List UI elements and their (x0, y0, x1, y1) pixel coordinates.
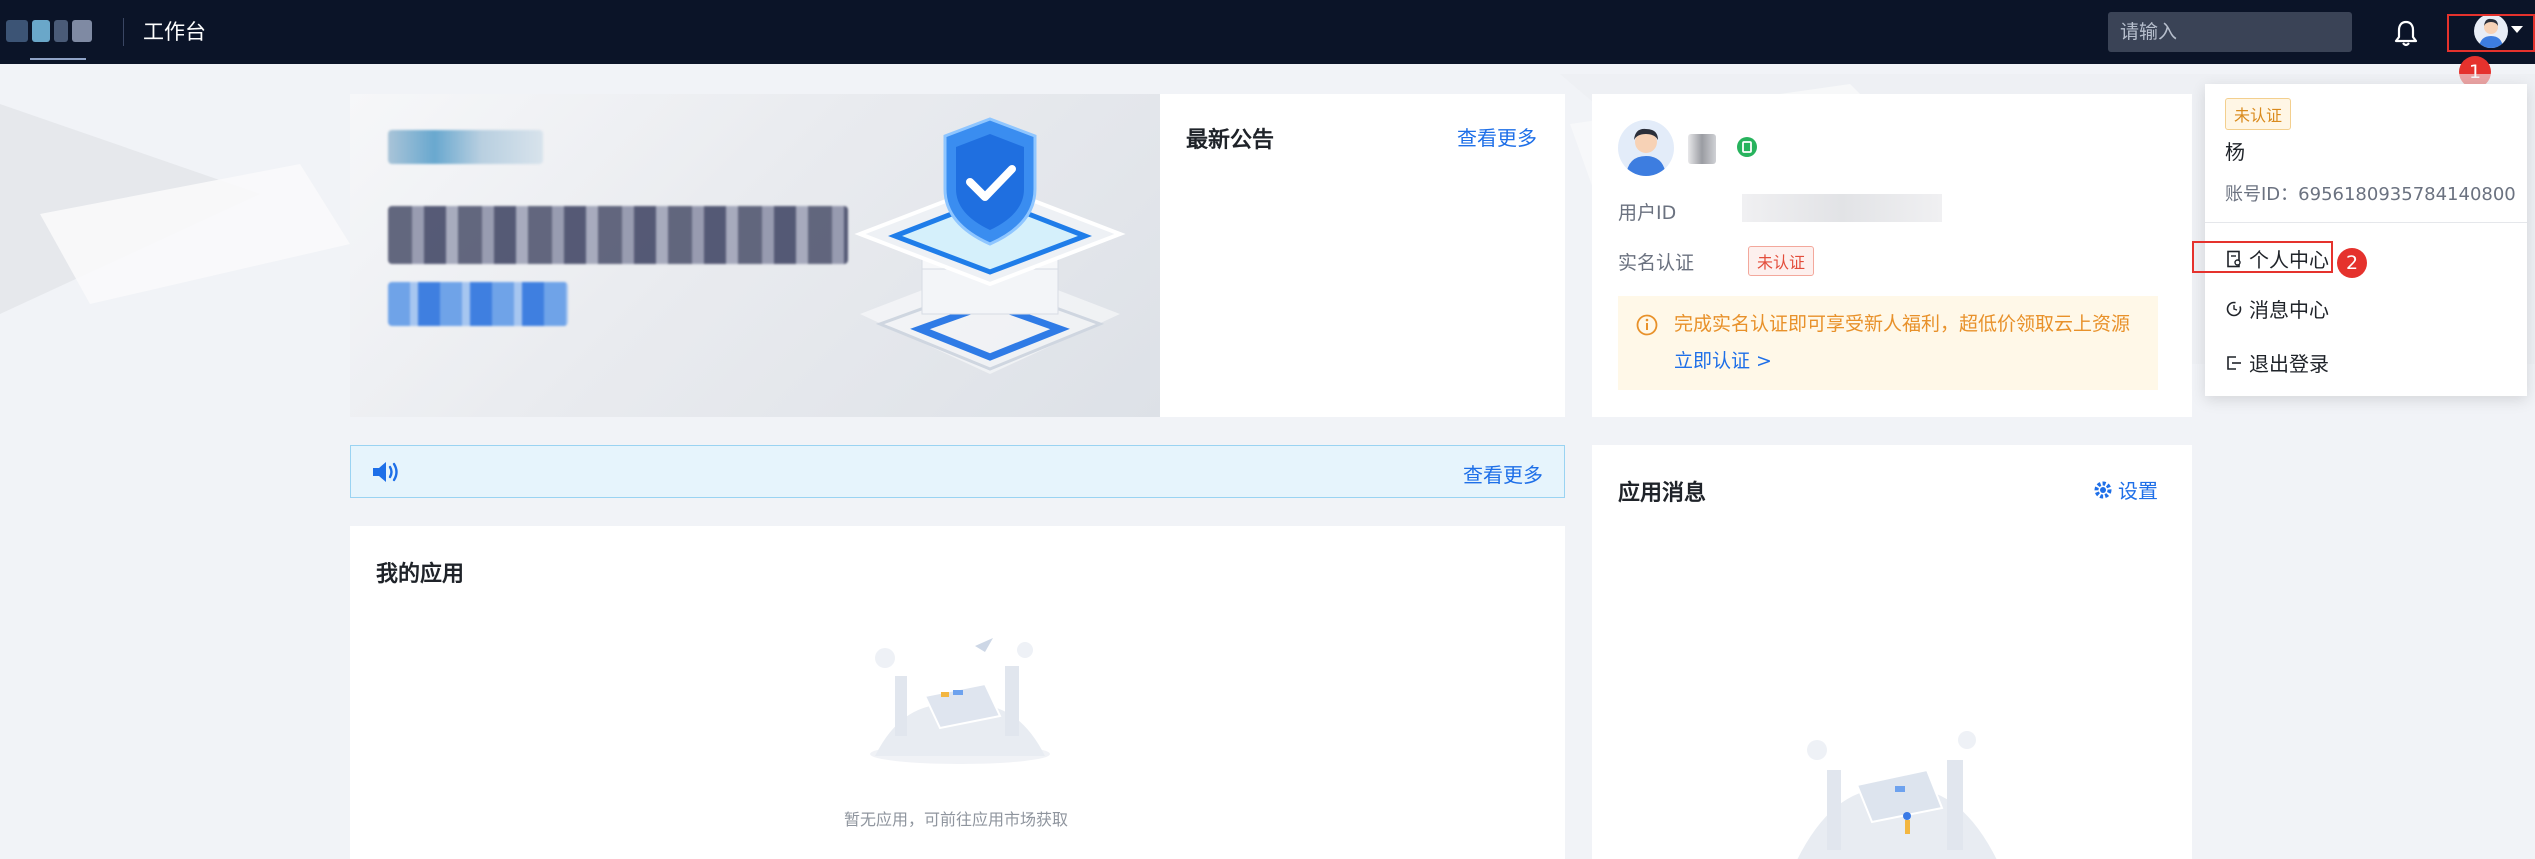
banner-logo-blurred (388, 130, 543, 164)
apps-empty-text: 暂无应用，可前往应用市场获取 (844, 810, 1069, 829)
user-info-card: 用户ID 实名认证 未认证 完成实名认证即可享受新人福利，超低价领取云上资源 立… (1592, 94, 2192, 417)
app-name[interactable]: 工作台 (143, 18, 206, 46)
menu-item-logout[interactable]: 退出登录 (2225, 348, 2329, 377)
banner-headline-blurred (388, 206, 848, 264)
logo-underline (30, 58, 86, 60)
gear-icon (2094, 481, 2112, 498)
announcement-more-link[interactable]: 查看更多 (1457, 122, 1537, 151)
ticker-more-link[interactable]: 查看更多 (1463, 459, 1543, 488)
verify-now-link[interactable]: 立即认证 > (1674, 346, 1772, 373)
user-id-value-blurred (1742, 194, 1942, 222)
menu-item-label: 退出登录 (2249, 352, 2329, 376)
realname-label: 实名认证 (1618, 252, 1695, 274)
highlight-box-avatar (2447, 14, 2535, 52)
avatar-icon (1626, 128, 1666, 176)
user-id-label: 用户ID (1618, 202, 1677, 224)
dropdown-divider (2205, 222, 2527, 223)
app-messages-title: 应用消息 (1618, 481, 1707, 506)
user-avatar[interactable] (1618, 120, 1674, 176)
realname-status-badge: 未认证 (1748, 246, 1815, 276)
verification-tip: 完成实名认证即可享受新人福利，超低价领取云上资源 立即认证 > (1618, 296, 2158, 390)
app-messages-card: 应用消息 设置 (1592, 445, 2192, 859)
account-id: 账号ID：6956180935784140800 (2225, 184, 2516, 205)
my-apps-card: 我的应用 暂无应用，可前往应用市场获取 (350, 526, 1565, 859)
notification-bell-icon[interactable] (2392, 18, 2420, 48)
logout-icon (2227, 355, 2241, 370)
announcement-title: 最新公告 (1186, 128, 1275, 153)
empty-state-illustration (870, 638, 1050, 764)
menu-item-label: 消息中心 (2249, 298, 2329, 322)
banner-subtitle-blurred (388, 282, 568, 326)
top-navigation-bar: 工作台 (0, 0, 2535, 64)
search-box[interactable] (2108, 12, 2363, 52)
message-settings-button[interactable]: 设置 (2094, 475, 2158, 504)
user-dropdown-menu: 未认证 杨 账号ID：6956180935784140800 个人中心 消息中心… (2205, 84, 2527, 396)
search-input[interactable] (2120, 21, 2363, 43)
header-divider (123, 18, 124, 46)
menu-item-messages[interactable]: 消息中心 (2225, 294, 2329, 323)
step-badge-2: 2 (2337, 248, 2367, 278)
account-name: 杨 (2225, 140, 2245, 164)
my-apps-title: 我的应用 (376, 562, 465, 587)
brand-logo[interactable] (0, 16, 108, 46)
announcement-card: 最新公告 查看更多 (1160, 94, 1565, 417)
empty-state-illustration (1797, 731, 1997, 859)
username-blurred (1688, 134, 1716, 164)
settings-label: 设置 (2118, 479, 2158, 503)
announcement-ticker: 查看更多 (350, 445, 1565, 498)
verified-status-icon (1737, 137, 1757, 157)
highlight-box-profile (2192, 241, 2333, 273)
verification-tip-text: 完成实名认证即可享受新人福利，超低价领取云上资源 (1674, 313, 2131, 335)
speaker-icon (373, 462, 398, 482)
account-status-badge: 未认证 (2225, 98, 2292, 130)
info-icon (1636, 314, 1658, 336)
promo-banner[interactable] (350, 94, 1160, 417)
shield-server-illustration (854, 117, 1126, 374)
message-icon (2226, 301, 2242, 316)
